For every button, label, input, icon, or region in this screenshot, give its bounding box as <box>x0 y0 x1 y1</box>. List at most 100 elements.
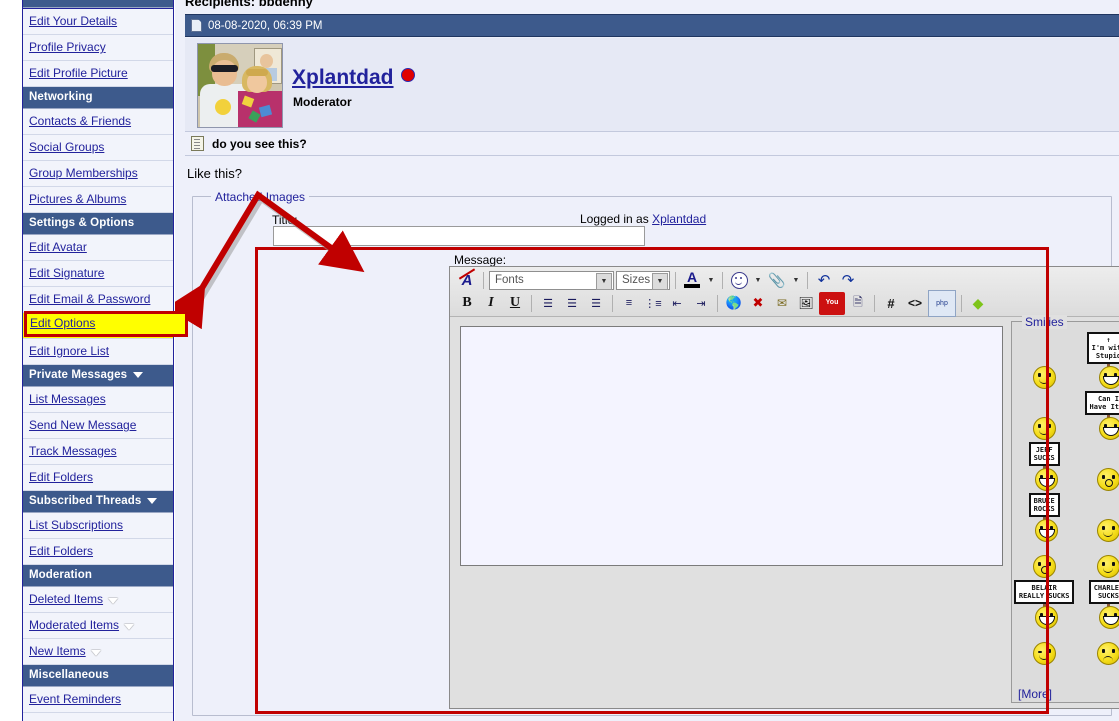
smilie-sign-text: JEFF SUCKS <box>1028 442 1060 466</box>
smilie-bruce-rocks[interactable]: BRUCE ROCKS <box>1013 493 1075 542</box>
redo-icon[interactable]: ↷ <box>837 270 859 291</box>
smilie-picker-icon[interactable] <box>728 270 750 291</box>
sidebar-item-edit-folders[interactable]: Edit Folders <box>23 539 173 565</box>
sidebar-item-edit-avatar[interactable]: Edit Avatar <box>23 235 173 261</box>
post-username-link[interactable]: Xplantdad <box>292 66 415 90</box>
smilie-shrug[interactable] <box>1013 406 1075 440</box>
insert-html-button[interactable]: <> <box>904 293 926 314</box>
font-color-icon[interactable]: A <box>681 270 703 291</box>
sidebar-item-list-messages[interactable]: List Messages <box>23 387 173 413</box>
sidebar-item-list-subscriptions[interactable]: List Subscriptions <box>23 513 173 539</box>
smilie-sign-text: BELAIR REALLY SUCKS <box>1013 580 1075 604</box>
sidebar-item-send-new-message[interactable]: Send New Message <box>23 413 173 439</box>
sidebar-item-edit-email-password[interactable]: Edit Email & Password <box>23 287 173 313</box>
smilie-wink[interactable] <box>1013 631 1075 665</box>
sidebar-item-label: Moderated Items <box>29 618 120 632</box>
align-center-button[interactable]: ☰ <box>561 293 583 314</box>
insert-email-button[interactable]: ✉ <box>771 293 793 314</box>
sidebar-item-event-reminders[interactable]: Event Reminders <box>23 687 173 713</box>
sidebar-item-label: Edit Signature <box>29 266 105 280</box>
sidebar-item-label: Profile Privacy <box>29 40 106 54</box>
smilie-face <box>1034 519 1058 542</box>
ordered-list-button[interactable]: ≡ <box>618 293 640 314</box>
chevron-down-icon <box>90 650 101 656</box>
sidebar-header-settings-options: Settings & Options <box>23 213 173 235</box>
attachment-icon[interactable]: 📎 <box>766 270 788 291</box>
recipients-label: Recipients: <box>185 0 256 9</box>
smilie-surprised[interactable] <box>1077 457 1119 491</box>
align-right-button[interactable]: ☰ <box>585 293 607 314</box>
sidebar-item-edit-folders[interactable]: Edit Folders <box>23 465 173 491</box>
outdent-button[interactable]: ⇤ <box>666 293 688 314</box>
smilie-face <box>1096 468 1119 491</box>
wrap-quote-button[interactable]: 🗎 <box>847 293 869 314</box>
sidebar-header-miscellaneous: Miscellaneous <box>23 665 173 687</box>
font-family-select[interactable]: Fonts ▼ <box>489 270 614 290</box>
sidebar-header-subscribed-threads[interactable]: Subscribed Threads <box>23 491 173 513</box>
sidebar-partial-header <box>23 0 173 8</box>
sidebar-item-profile-privacy[interactable]: Profile Privacy <box>23 35 173 61</box>
smilie-oh[interactable] <box>1013 544 1075 578</box>
smilie-sign-holder <box>1031 519 1058 542</box>
sidebar-item-edit-ignore-list[interactable]: Edit Ignore List <box>23 339 173 365</box>
smilie-can-i-have-it[interactable]: Can I Have It?? <box>1077 391 1119 440</box>
smilie-hammered[interactable] <box>1077 508 1119 542</box>
sidebar-item-moderated-items[interactable]: Moderated Items <box>23 613 173 639</box>
sidebar-item-label: Edit Folders <box>29 544 94 558</box>
remove-formatting-icon[interactable]: A <box>456 267 478 291</box>
insert-link-button[interactable]: 🌎 <box>723 293 745 314</box>
smilie-confused[interactable] <box>1077 631 1119 665</box>
smilies-more-link[interactable]: [More] <box>1018 687 1052 701</box>
font-color-chevron-down-icon[interactable]: ▼ <box>705 270 717 291</box>
editor-toolbar-row-2: B I U ☰ ☰ ☰ ≡ ⋮≡ ⇤ ⇥ 🌎 ✖ ✉ 🖼 You 🗎 # <> … <box>456 289 989 317</box>
sidebar-header-private-messages[interactable]: Private Messages <box>23 365 173 387</box>
insert-highlight-button[interactable]: ◆ <box>967 293 989 314</box>
sidebar-item-social-groups[interactable]: Social Groups <box>23 135 173 161</box>
chevron-down-icon <box>147 498 158 504</box>
insert-code-button[interactable]: # <box>880 293 902 314</box>
sidebar-item-edit-signature[interactable]: Edit Signature <box>23 261 173 287</box>
italic-button[interactable]: I <box>480 293 502 314</box>
remove-link-button[interactable]: ✖ <box>747 293 769 314</box>
bold-button[interactable]: B <box>456 293 478 314</box>
sidebar-item-edit-profile-picture[interactable]: Edit Profile Picture <box>23 61 173 87</box>
sidebar-item-label: Edit Folders <box>29 470 94 484</box>
smilie-drink[interactable] <box>1077 544 1119 578</box>
sidebar-item-pictures-albums[interactable]: Pictures & Albums <box>23 187 173 213</box>
smilies-legend: Smilies <box>1022 315 1067 329</box>
smilie-sign-text: CHARLEY SUCKS <box>1088 580 1119 604</box>
smilie-belair-really-sucks[interactable]: BELAIR REALLY SUCKS <box>1013 580 1075 629</box>
unordered-list-button[interactable]: ⋮≡ <box>642 293 664 314</box>
title-input[interactable] <box>273 226 645 246</box>
undo-icon[interactable]: ↶ <box>813 270 835 291</box>
sidebar-item-deleted-items[interactable]: Deleted Items <box>23 587 173 613</box>
smilie-face <box>1098 417 1119 440</box>
underline-button[interactable]: U <box>504 293 526 314</box>
smilie-im-with-stupid[interactable]: ↑ I'm with Stupid <box>1077 332 1119 389</box>
message-label: Message: <box>454 253 507 267</box>
sidebar-item-new-items[interactable]: New Items <box>23 639 173 665</box>
sidebar-item-track-messages[interactable]: Track Messages <box>23 439 173 465</box>
chevron-down-icon <box>133 372 144 378</box>
insert-php-button[interactable]: php <box>928 289 956 317</box>
logged-in-username-link[interactable]: Xplantdad <box>652 212 706 226</box>
logged-in-status: Logged in as Xplantdad <box>580 212 706 226</box>
attachment-chevron-down-icon[interactable]: ▼ <box>790 270 802 291</box>
online-status-icon <box>400 68 415 83</box>
font-size-select[interactable]: Sizes ▼ <box>616 270 670 290</box>
indent-button[interactable]: ⇥ <box>690 293 712 314</box>
sidebar-item-group-memberships[interactable]: Group Memberships <box>23 161 173 187</box>
align-left-button[interactable]: ☰ <box>537 293 559 314</box>
sidebar-item-label: Track Messages <box>29 444 117 458</box>
chevron-down-icon <box>124 624 135 630</box>
sidebar-item-edit-your-details[interactable]: Edit Your Details <box>23 8 173 35</box>
sidebar-item-contacts-friends[interactable]: Contacts & Friends <box>23 109 173 135</box>
insert-image-button[interactable]: 🖼 <box>795 293 817 314</box>
smilie-charley-sucks[interactable]: CHARLEY SUCKS <box>1077 580 1119 629</box>
smilie-chevron-down-icon[interactable]: ▼ <box>752 270 764 291</box>
smilie-plain[interactable] <box>1013 355 1075 389</box>
smilie-jeff-sucks[interactable]: JEFF SUCKS <box>1013 442 1075 491</box>
edit-options-highlight-label[interactable]: Edit Options <box>30 316 95 330</box>
insert-video-button[interactable]: You <box>819 291 845 315</box>
message-textarea[interactable] <box>460 326 1003 566</box>
